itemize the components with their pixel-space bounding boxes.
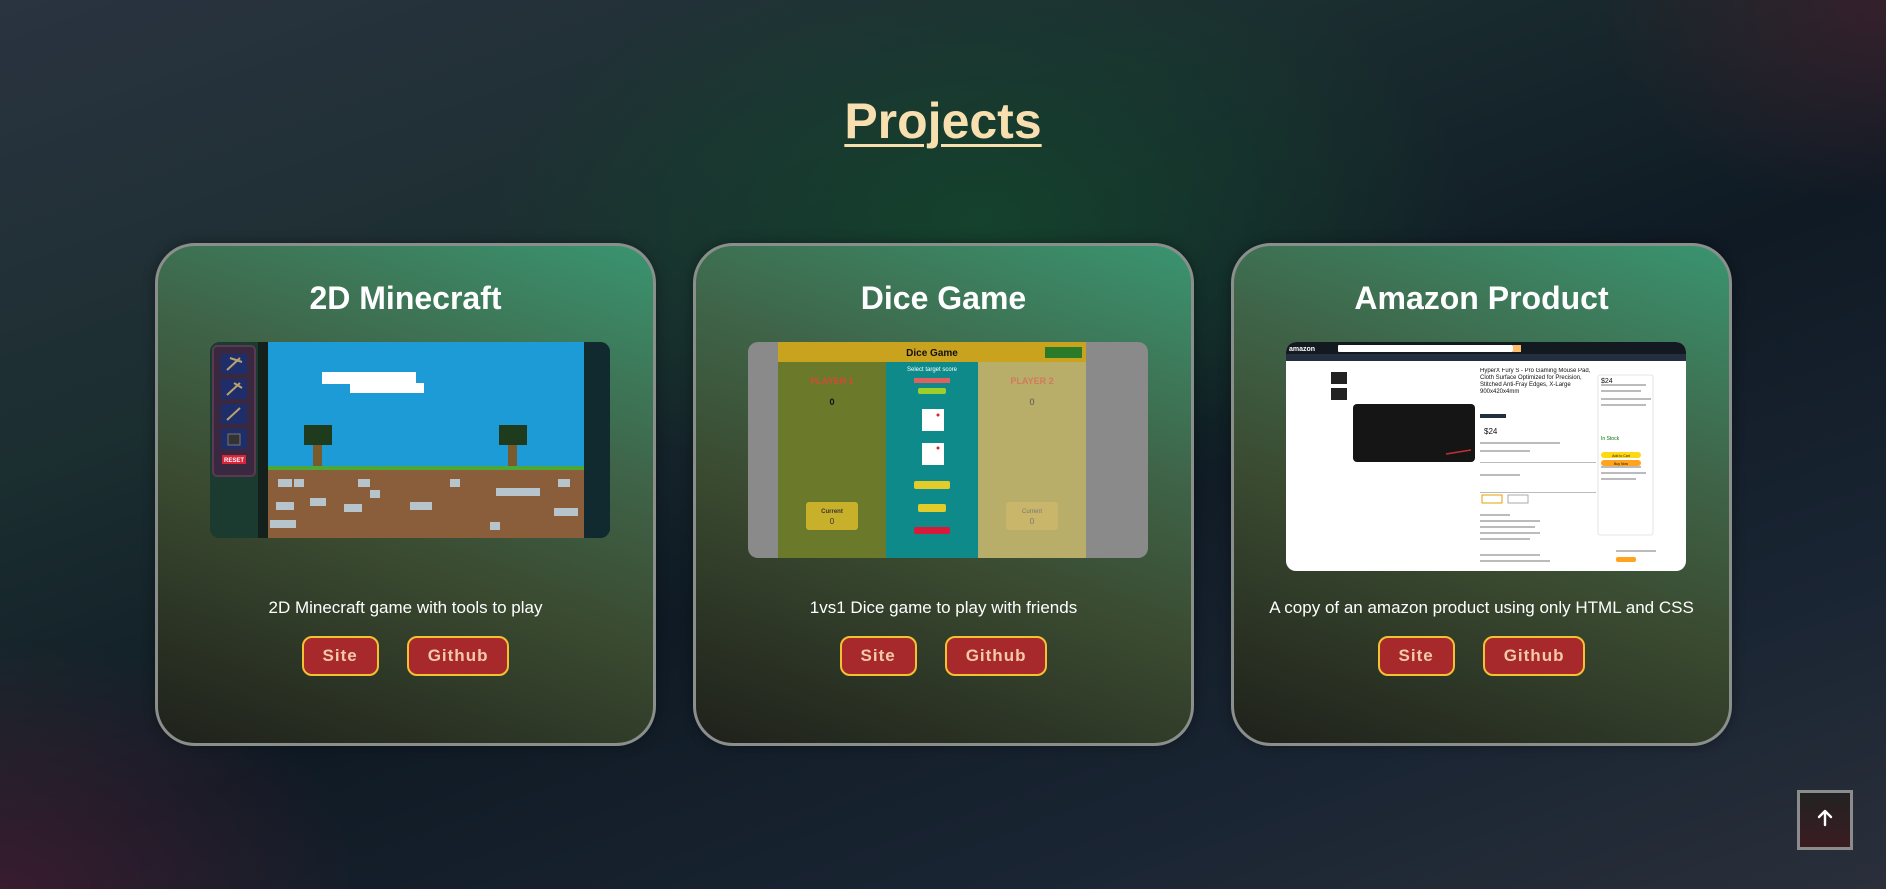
dice-current-label: Current xyxy=(821,509,843,515)
amazon-side-price: $24 xyxy=(1601,378,1613,385)
project-links: Site Github xyxy=(696,636,1191,676)
amazon-preview-image: amazon HyperX Fury S - Pro Gaming Mouse … xyxy=(1286,342,1686,571)
amazon-add-to-cart: Add to Cart xyxy=(1612,454,1630,458)
site-button[interactable]: Site xyxy=(1377,636,1455,676)
project-description: 1vs1 Dice game to play with friends xyxy=(809,598,1078,617)
project-card-dice: Dice Game Dice Game Select target score … xyxy=(693,243,1194,746)
back-to-top-button[interactable] xyxy=(1797,790,1853,850)
dice-player1: PLAYER 1 xyxy=(810,376,853,386)
project-description: 2D Minecraft game with tools to play xyxy=(268,598,543,617)
dice-instruction: Select target score xyxy=(907,367,958,373)
dice-current-label-2: Current xyxy=(1022,509,1042,515)
dice-current1: 0 xyxy=(830,517,835,526)
project-description: A copy of an amazon product using only H… xyxy=(1269,598,1694,617)
amazon-buy-now: Buy Now xyxy=(1614,462,1628,466)
dice-player2: PLAYER 2 xyxy=(1010,376,1053,386)
dice-header: Dice Game xyxy=(906,348,958,359)
dice-score2: 0 xyxy=(1029,397,1034,407)
site-button[interactable]: Site xyxy=(301,636,379,676)
arrow-up-icon xyxy=(1815,808,1835,833)
dice-score1: 0 xyxy=(829,397,834,407)
project-card-minecraft: 2D Minecraft RESET 2D Minecraft game wit… xyxy=(155,243,656,746)
project-title: Dice Game xyxy=(860,280,1027,316)
dice-preview-image: Dice Game Select target score PLAYER 1 P… xyxy=(748,342,1148,558)
minecraft-preview-image: RESET xyxy=(210,342,610,538)
project-card-amazon: Amazon Product amazon HyperX Fury S - Pr… xyxy=(1231,243,1732,746)
github-button[interactable]: Github xyxy=(1482,636,1586,676)
project-title: 2D Minecraft xyxy=(309,280,502,316)
amazon-in-stock: In Stock xyxy=(1601,436,1620,442)
amazon-product-title: HyperX Fury S - Pro Gaming Mouse Pad, Cl… xyxy=(1480,368,1591,395)
project-title: Amazon Product xyxy=(1354,280,1609,316)
site-button[interactable]: Site xyxy=(839,636,917,676)
amazon-logo: amazon xyxy=(1289,346,1315,353)
page-title: Projects xyxy=(844,93,1042,149)
project-links: Site Github xyxy=(1234,636,1729,676)
github-button[interactable]: Github xyxy=(406,636,510,676)
github-button[interactable]: Github xyxy=(944,636,1048,676)
amazon-price: $24 xyxy=(1484,427,1498,436)
project-links: Site Github xyxy=(158,636,653,676)
dice-current2: 0 xyxy=(1030,517,1035,526)
minecraft-reset-label: RESET xyxy=(224,458,244,464)
